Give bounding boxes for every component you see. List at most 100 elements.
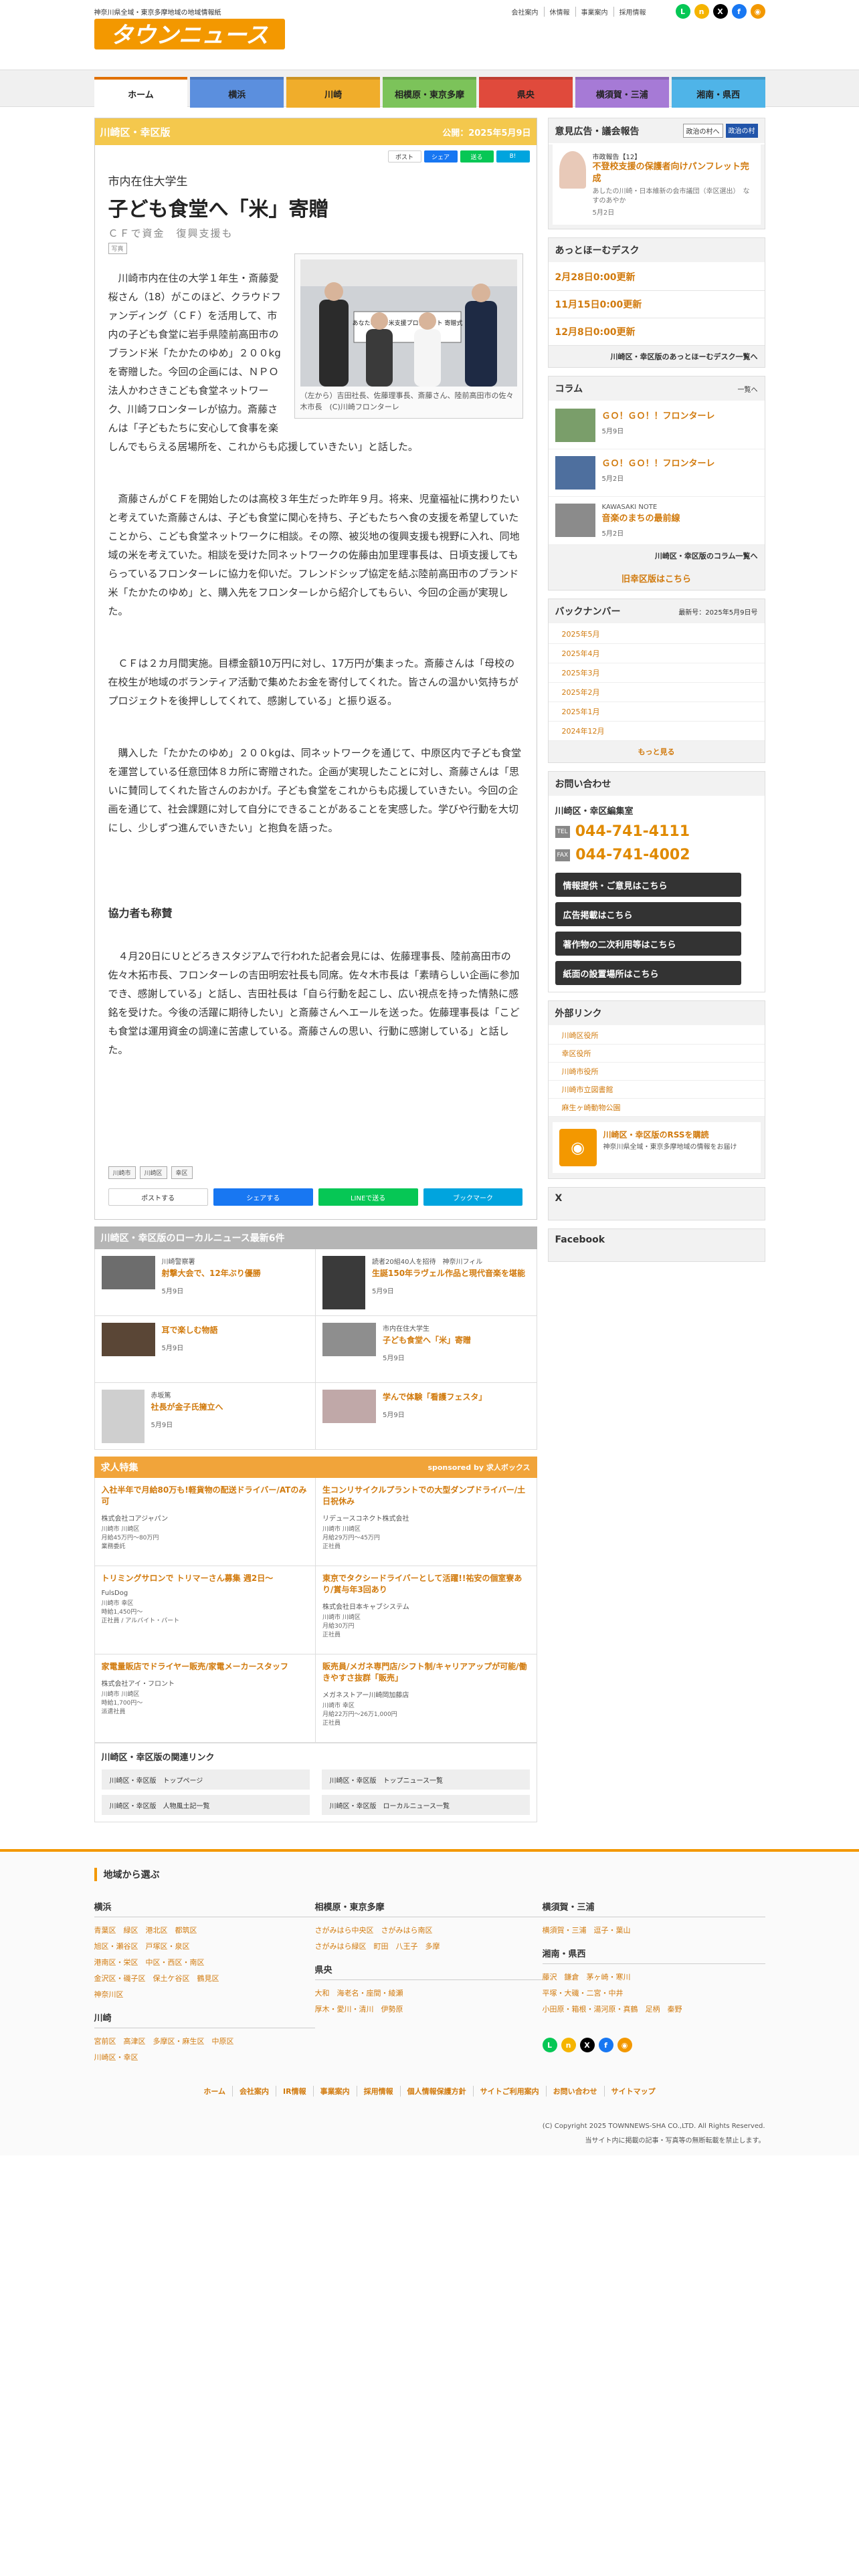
footer-region-links[interactable]: さがみはら中央区 さがみはら南区	[315, 1923, 543, 1939]
desk-item[interactable]: 12月8日0:00更新	[548, 318, 765, 346]
job-item[interactable]: 東京でタクシードライバーとして活躍!!祐安の個室寮あり/賞与年3回あり 株式会社日…	[316, 1566, 537, 1654]
footer-region-links[interactable]: 金沢区・磯子区 保土ケ谷区 鶴見区	[94, 1971, 315, 1987]
rss-icon[interactable]: ◉	[750, 4, 765, 19]
desk-item[interactable]: 2月28日0:00更新	[548, 263, 765, 292]
top-link-company[interactable]: 会社案内	[506, 7, 544, 17]
footer-nav-link[interactable]: IR情報	[276, 2086, 313, 2097]
rss-banner[interactable]: ◉ 川崎区・幸区版のRSSを購読 神奈川県全域・東京多摩地域の情報をお届け	[552, 1122, 761, 1174]
footer-region-links[interactable]: 宮前区 高津区 多摩区・麻生区 中原区	[94, 2034, 315, 2050]
job-title[interactable]: 販売員/メガネ専門店/シフト制/キャリアアップが可能/働きやすさ抜群「販売」	[322, 1661, 530, 1684]
related-link[interactable]: 川崎区・幸区版 人物風土記一覧	[101, 1795, 310, 1815]
tag-link[interactable]: 川崎区	[139, 1166, 167, 1179]
external-link[interactable]: 麻生ヶ崎動物公園	[548, 1099, 765, 1117]
article-photo[interactable]: あなたの…お米支援プロジェクト 寄贈式	[300, 259, 517, 387]
desk-more-link[interactable]: 川崎区・幸区版のあっとほーむデスク一覧へ	[549, 346, 765, 367]
news-title[interactable]: 耳で楽しむ物語	[162, 1324, 218, 1335]
local-news-item[interactable]: 学んで体験「看護フェスタ」 5月9日	[316, 1383, 537, 1450]
nav-tab[interactable]: 横須賀・三浦	[575, 77, 669, 108]
job-title[interactable]: 生コンリサイクルプラントでの大型ダンプドライバー/土日祝休み	[322, 1485, 530, 1507]
townnews-logo[interactable]: タウンニュース	[94, 16, 285, 55]
tag-link[interactable]: 川崎市	[108, 1166, 136, 1179]
share-facebook-button[interactable]: シェア	[423, 150, 458, 163]
news-title[interactable]: 学んで体験「看護フェスタ」	[383, 1391, 486, 1402]
nav-tab[interactable]: ホーム	[94, 77, 188, 108]
footer-region-links[interactable]: 横須賀・三浦 逗子・葉山	[543, 1923, 765, 1939]
distribution-button[interactable]: 紙面の設置場所はこちら	[555, 961, 741, 986]
job-item[interactable]: 入社半年で月給80万も!軽貨物の配送ドライバー/ATのみ可 株式会社コアジャパン川…	[94, 1478, 316, 1566]
footer-region-links[interactable]: 川崎区・幸区	[94, 2050, 315, 2066]
local-news-item[interactable]: 川崎警察署 射撃大会で、12年ぶり優勝 5月9日	[94, 1249, 316, 1316]
top-link-info[interactable]: 休情報	[543, 7, 575, 17]
facebook-icon[interactable]: f	[598, 2038, 613, 2052]
x-icon[interactable]: X	[579, 2038, 595, 2052]
external-link[interactable]: 川崎市立図書館	[548, 1081, 765, 1099]
related-link[interactable]: 川崎区・幸区版 トップニュース一覧	[321, 1769, 530, 1790]
backnumber-item[interactable]: 2025年2月	[548, 683, 765, 703]
job-title[interactable]: トリミングサロンで トリマーさん募集 週2日～	[102, 1573, 309, 1584]
seiji-logo[interactable]: 政治の村	[725, 124, 758, 138]
nav-tab[interactable]: 川崎	[286, 77, 381, 108]
news-title[interactable]: 射撃大会で、12年ぶり優勝	[162, 1267, 261, 1279]
note-icon[interactable]: n	[694, 4, 709, 19]
x-icon[interactable]: X	[712, 4, 728, 19]
backnumber-item[interactable]: 2024年12月	[548, 722, 765, 742]
job-title[interactable]: 東京でタクシードライバーとして活躍!!祐安の個室寮あり/賞与年3回あり	[322, 1573, 530, 1596]
local-news-item[interactable]: 市内在住大学生 子ども食堂へ「米」寄贈 5月9日	[316, 1316, 537, 1383]
share-x-button[interactable]: ポスト	[387, 150, 421, 163]
copyright-use-button[interactable]: 著作物の二次利用等はこちら	[555, 932, 741, 956]
desk-item[interactable]: 11月15日0:00更新	[548, 291, 765, 319]
local-news-item[interactable]: 読者20組40人を招待 神奈川フィル 生誕150年ラヴェル作品と現代音楽を堪能 5月…	[316, 1249, 537, 1316]
local-news-item[interactable]: 赤坂篤 社長が金子氏擁立へ 5月9日	[94, 1383, 316, 1450]
job-item[interactable]: 生コンリサイクルプラントでの大型ダンプドライバー/土日祝休み リデュースコネクト株…	[316, 1478, 537, 1566]
facebook-icon[interactable]: f	[731, 4, 747, 19]
ad-button[interactable]: 広告掲載はこちら	[555, 902, 741, 927]
column-item[interactable]: KAWASAKI NOTE 音楽のまちの最前線 5月2日	[548, 497, 765, 546]
job-item[interactable]: トリミングサロンで トリマーさん募集 週2日～ FulsDog 川崎市 幸区 時給1,…	[94, 1566, 316, 1654]
footer-region-links[interactable]: 平塚・大磯・二宮・中井	[543, 1985, 765, 2002]
backnumber-more[interactable]: もっと見る	[549, 741, 765, 762]
backnumber-item[interactable]: 2025年5月	[548, 625, 765, 645]
backnumber-item[interactable]: 2025年1月	[548, 702, 765, 722]
line-icon[interactable]: L	[675, 4, 690, 19]
external-link[interactable]: 幸区役所	[548, 1045, 765, 1063]
backnumber-item[interactable]: 2025年3月	[548, 663, 765, 683]
rss-title[interactable]: 川崎区・幸区版のRSSを購読	[603, 1129, 737, 1140]
nav-tab[interactable]: 相模原・東京多摩	[383, 77, 476, 108]
opinion-title[interactable]: 不登校支援の保護者向けパンフレット完成	[593, 161, 754, 185]
footer-nav-link[interactable]: お問い合わせ	[545, 2086, 604, 2097]
footer-nav-link[interactable]: 採用情報	[356, 2086, 400, 2097]
footer-region-links[interactable]: 神奈川区	[94, 1987, 315, 2003]
column-title[interactable]: 音楽のまちの最前線	[602, 511, 680, 524]
info-submit-button[interactable]: 情報提供・ご意見はこちら	[555, 873, 741, 897]
share-line-button[interactable]: LINEで送る	[318, 1188, 418, 1206]
old-edition-link[interactable]: 旧幸区版はこちら	[549, 566, 765, 590]
opinion-item[interactable]: 市政報告【12】 不登校支援の保護者向けパンフレット完成 あしたの川崎・日本維新…	[552, 144, 761, 225]
note-icon[interactable]: n	[561, 2038, 576, 2052]
footer-nav-link[interactable]: サイトご利用案内	[472, 2086, 546, 2097]
footer-region-links[interactable]: 大和 海老名・座間・綾瀬	[315, 1985, 543, 2002]
column-item[interactable]: ＧＯ！ＧＯ！！フロンターレ 5月2日	[548, 449, 765, 498]
related-link[interactable]: 川崎区・幸区版 トップページ	[101, 1769, 310, 1790]
footer-nav-link[interactable]: 会社案内	[232, 2086, 276, 2097]
footer-region-links[interactable]: 港南区・栄区 中区・西区・南区	[94, 1955, 315, 1971]
job-title[interactable]: 入社半年で月給80万も!軽貨物の配送ドライバー/ATのみ可	[102, 1485, 309, 1507]
job-item[interactable]: 家電量販店でドライヤー販売/家電メーカースタッフ 株式会社アイ・フロント 川崎市 川…	[94, 1654, 316, 1743]
local-news-item[interactable]: 耳で楽しむ物語 5月9日	[94, 1316, 316, 1383]
share-hatena-button[interactable]: B!	[496, 150, 530, 163]
line-icon[interactable]: L	[542, 2038, 557, 2052]
tel-number[interactable]: 044-741-4111	[575, 823, 690, 840]
nav-tab[interactable]: 湘南・県西	[671, 77, 765, 108]
nav-tab[interactable]: 横浜	[190, 77, 284, 108]
rss-icon[interactable]: ◉	[617, 2038, 632, 2052]
footer-nav-link[interactable]: サイトマップ	[603, 2086, 662, 2097]
news-title[interactable]: 社長が金子氏擁立へ	[151, 1401, 223, 1412]
column-title[interactable]: ＧＯ！ＧＯ！！フロンターレ	[602, 409, 715, 421]
nav-tab[interactable]: 県央	[478, 77, 573, 108]
related-link[interactable]: 川崎区・幸区版 ローカルニュース一覧	[321, 1795, 530, 1815]
footer-region-links[interactable]: さがみはら緑区 町田 八王子 多摩	[315, 1939, 543, 1955]
tag-link[interactable]: 幸区	[171, 1166, 193, 1179]
footer-region-links[interactable]: 旭区・瀬谷区 戸塚区・泉区	[94, 1939, 315, 1955]
footer-nav-link[interactable]: ホーム	[197, 2086, 232, 2097]
column-more-link[interactable]: 川崎区・幸区版のコラム一覧へ	[549, 545, 765, 566]
job-title[interactable]: 家電量販店でドライヤー販売/家電メーカースタッフ	[102, 1661, 309, 1673]
